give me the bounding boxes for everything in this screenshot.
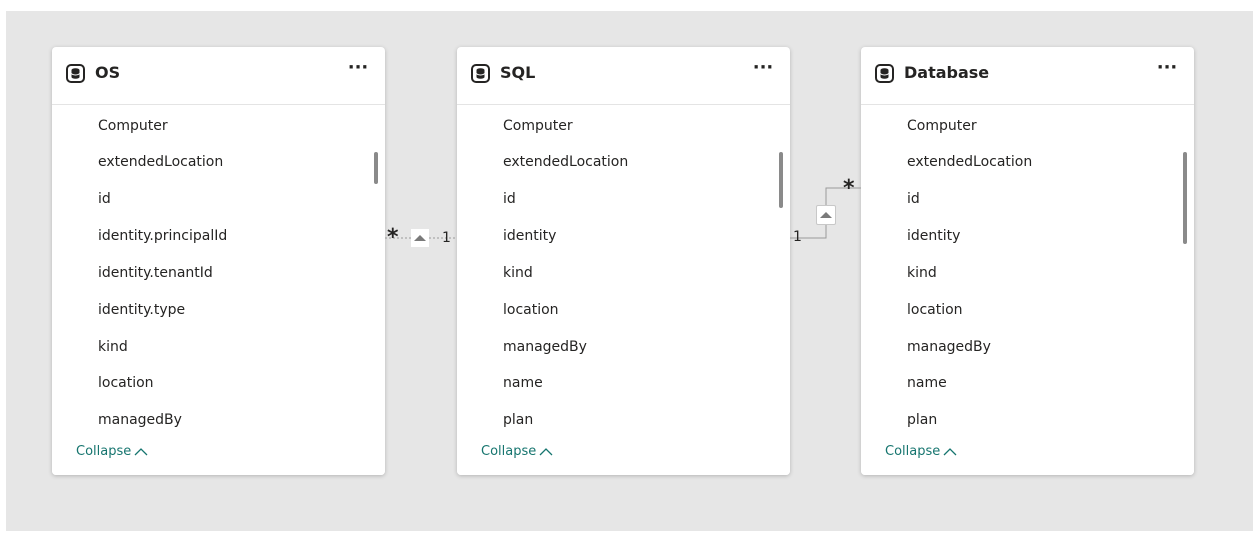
triangle-up-icon[interactable] bbox=[816, 205, 836, 225]
cardinality-one-label: 1 bbox=[442, 230, 451, 246]
cardinality-many-label: * bbox=[843, 176, 855, 201]
cardinality-one-label: 1 bbox=[793, 229, 802, 245]
cardinality-many-label: * bbox=[387, 225, 399, 250]
relationship-lines bbox=[385, 187, 861, 239]
triangle-up-icon[interactable] bbox=[411, 229, 429, 247]
